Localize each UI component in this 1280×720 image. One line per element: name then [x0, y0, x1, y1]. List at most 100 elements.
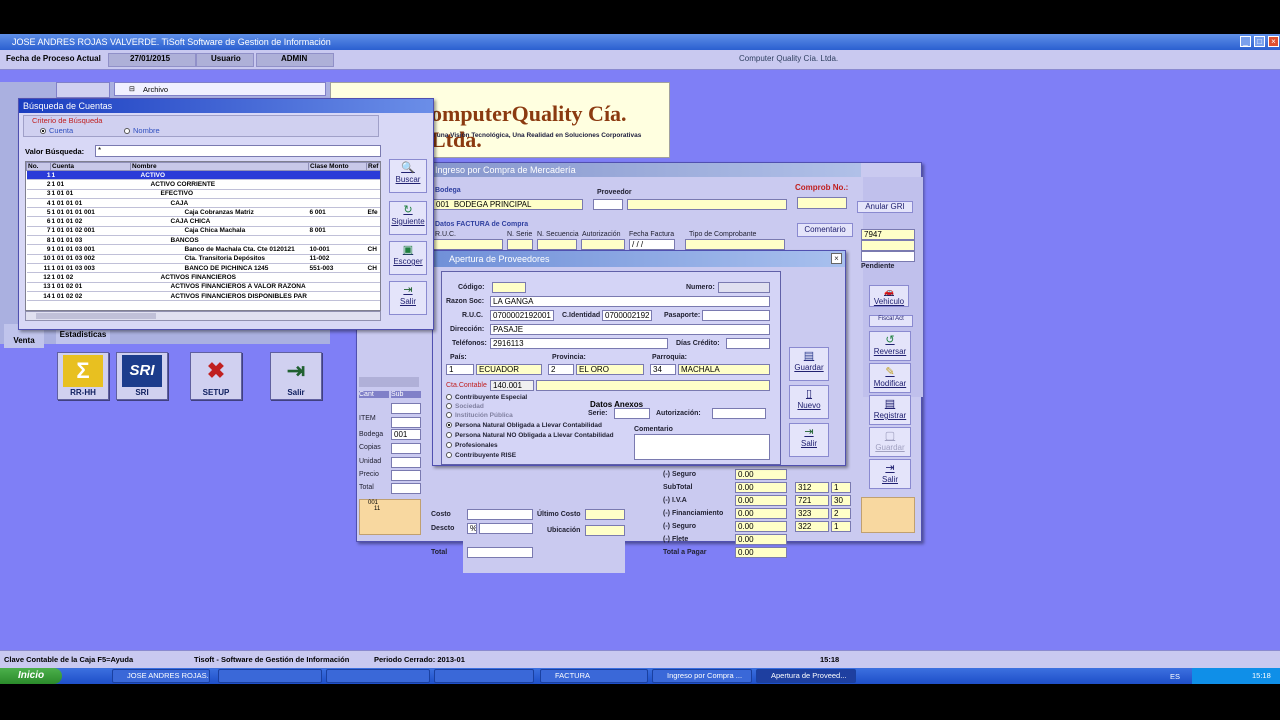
- unidad-field[interactable]: [391, 457, 421, 468]
- nuevo-proveedor-button[interactable]: ▯ Nuevo: [789, 385, 829, 419]
- descto-pct-field[interactable]: %: [467, 523, 477, 534]
- autorizacion-field[interactable]: [581, 239, 625, 250]
- financiamiento-field[interactable]: 0.00: [735, 508, 787, 519]
- copias-field[interactable]: [391, 443, 421, 454]
- task-factura[interactable]: FACTURA: [540, 669, 648, 683]
- col-ref[interactable]: Ref: [366, 162, 380, 171]
- table-row[interactable]: 31 01 01 EFECTIVO: [26, 189, 380, 199]
- cid-field[interactable]: 0700002192: [602, 310, 652, 321]
- comentario-field[interactable]: [634, 434, 770, 460]
- cta-contable-name-field[interactable]: [536, 380, 770, 391]
- ruc-field[interactable]: [433, 239, 503, 250]
- table-row[interactable]: 71 01 01 02 001 Caja Chica Machala 8 001: [26, 226, 380, 237]
- task-4[interactable]: [434, 669, 534, 683]
- guardar-proveedor-button[interactable]: ▤ Guardar: [789, 347, 829, 381]
- item-field[interactable]: [391, 403, 421, 414]
- precio-field[interactable]: [391, 470, 421, 481]
- table-row[interactable]: 1 1 ACTIVO: [26, 170, 380, 181]
- ruc-field[interactable]: 0700002192001: [490, 310, 554, 321]
- proveedores-close-button[interactable]: ×: [831, 253, 842, 264]
- siguiente-button[interactable]: ↻ Siguiente: [389, 201, 427, 235]
- menu-archivo[interactable]: Archivo: [143, 85, 168, 94]
- table-row[interactable]: 51 01 01 01 001 Caja Cobranzas Matriz 6 00…: [26, 207, 380, 218]
- horizontal-scrollbar[interactable]: [359, 377, 419, 387]
- iva-field[interactable]: 0.00: [735, 495, 787, 506]
- razon-field[interactable]: LA GANGA: [490, 296, 770, 307]
- dias-credito-field[interactable]: [726, 338, 770, 349]
- col-no[interactable]: No.: [26, 162, 51, 171]
- tipo-comprobante-field[interactable]: [685, 239, 785, 250]
- task-3[interactable]: [326, 669, 430, 683]
- task-main[interactable]: JOSE ANDRES ROJAS...: [112, 669, 210, 683]
- costo-field[interactable]: [467, 509, 533, 520]
- anexo-autorizacion-field[interactable]: [712, 408, 766, 419]
- numero-field[interactable]: [718, 282, 770, 293]
- setup-button[interactable]: ✖ SETUP: [190, 352, 242, 400]
- comprob-field[interactable]: [797, 197, 847, 209]
- tipo-sociedad[interactable]: Sociedad: [446, 403, 484, 410]
- total-pagar-field[interactable]: 0.00: [735, 547, 787, 558]
- subtotal-field[interactable]: 0.00: [735, 482, 787, 493]
- close-button[interactable]: ×: [1268, 36, 1279, 47]
- salir-busqueda-button[interactable]: ⇥ Salir: [389, 281, 427, 315]
- flete-field[interactable]: 0.00: [735, 534, 787, 545]
- table-row[interactable]: 13 1 01 02 01 ACTIVOS FINANCIEROS A VALOR …: [26, 282, 380, 292]
- total2-field[interactable]: [467, 547, 533, 558]
- modificar-button[interactable]: ✎ Modificar: [869, 363, 911, 393]
- table-row[interactable]: 12 1 01 02 ACTIVOS FINANCIEROS: [26, 272, 380, 283]
- tipo-profesionales[interactable]: Profesionales: [446, 442, 498, 449]
- tipo-persona-no-obligada[interactable]: Persona Natural NO Obligada a Llevar Con…: [446, 432, 614, 439]
- col-cuenta[interactable]: Cuenta: [50, 162, 131, 171]
- escoger-button[interactable]: ▣ Escoger: [389, 241, 427, 275]
- table-row[interactable]: 91 01 01 03 001 Banco de Machala Cta. Cte…: [26, 244, 380, 255]
- ultimo-costo-field[interactable]: [585, 509, 625, 520]
- menu-tree[interactable]: ⊟ Archivo: [114, 82, 326, 96]
- task-2[interactable]: [218, 669, 322, 683]
- buscar-button[interactable]: 🔍 Buscar: [389, 159, 427, 193]
- start-button[interactable]: Inicio: [0, 668, 62, 684]
- estadisticas-button[interactable]: Estadisticas: [56, 330, 110, 344]
- parroquia-code-field[interactable]: 34: [650, 364, 676, 375]
- sri-button[interactable]: SRI SRI: [116, 352, 168, 400]
- fecha-factura-field[interactable]: / / /: [629, 239, 675, 250]
- table-hscrollbar[interactable]: [25, 311, 381, 321]
- salir-main-button[interactable]: ⇥ Salir: [270, 352, 322, 400]
- task-apertura-proveedores[interactable]: Apertura de Proveed...: [756, 669, 856, 683]
- salir-proveedor-button[interactable]: ⇥ Salir: [789, 423, 829, 457]
- secuencia-field[interactable]: [537, 239, 577, 250]
- col-clase[interactable]: Clase Monto: [308, 162, 367, 171]
- fiscal-button[interactable]: Fiscal Act: [869, 315, 913, 327]
- toolbar-icon[interactable]: [56, 82, 110, 98]
- comentario-button[interactable]: Comentario: [797, 223, 853, 237]
- pasaporte-field[interactable]: [702, 310, 770, 321]
- reversar-button[interactable]: ↺ Reversar: [869, 331, 911, 361]
- radio-cuenta[interactable]: Cuenta: [40, 126, 73, 135]
- table-row[interactable]: 21 01 ACTIVO CORRIENTE: [26, 179, 380, 190]
- item-field-2[interactable]: [391, 417, 421, 428]
- seguro-field[interactable]: 0.00: [735, 469, 787, 480]
- total-field[interactable]: [391, 483, 421, 494]
- extra-field-2[interactable]: [861, 251, 915, 262]
- emitir-button[interactable]: Anular GRI: [857, 201, 913, 213]
- serie-field[interactable]: [507, 239, 533, 250]
- salir-compra-button[interactable]: ⇥ Salir: [869, 459, 911, 489]
- table-row[interactable]: 41 01 01 01 CAJA: [26, 198, 380, 209]
- radio-nombre[interactable]: Nombre: [124, 126, 160, 135]
- restore-button[interactable]: □: [1254, 36, 1265, 47]
- minimize-button[interactable]: _: [1240, 36, 1251, 47]
- bodega-field[interactable]: 001 BODEGA PRINCIPAL: [433, 199, 583, 210]
- descto-field[interactable]: [479, 523, 533, 534]
- anexo-serie-field[interactable]: [614, 408, 650, 419]
- task-ingreso-compra[interactable]: Ingreso por Compra ...: [652, 669, 752, 683]
- extra-field[interactable]: [861, 240, 915, 251]
- proveedor-code-field[interactable]: [593, 199, 623, 210]
- provincia-code-field[interactable]: 2: [548, 364, 574, 375]
- table-row[interactable]: 11 1 01 01 03 003 BANCO DE PICHINCA 1245 55…: [26, 263, 380, 274]
- bodega2-field[interactable]: 001: [391, 429, 421, 440]
- guardar-compra-button[interactable]: ▢ Guardar: [869, 427, 911, 457]
- vehiculo-button[interactable]: 🚗 Vehiculo: [869, 285, 909, 307]
- pais-code-field[interactable]: 1: [446, 364, 474, 375]
- col-nombre[interactable]: Nombre: [130, 162, 309, 171]
- language-indicator[interactable]: ES: [1170, 672, 1180, 681]
- registrar-button[interactable]: ▤ Registrar: [869, 395, 911, 425]
